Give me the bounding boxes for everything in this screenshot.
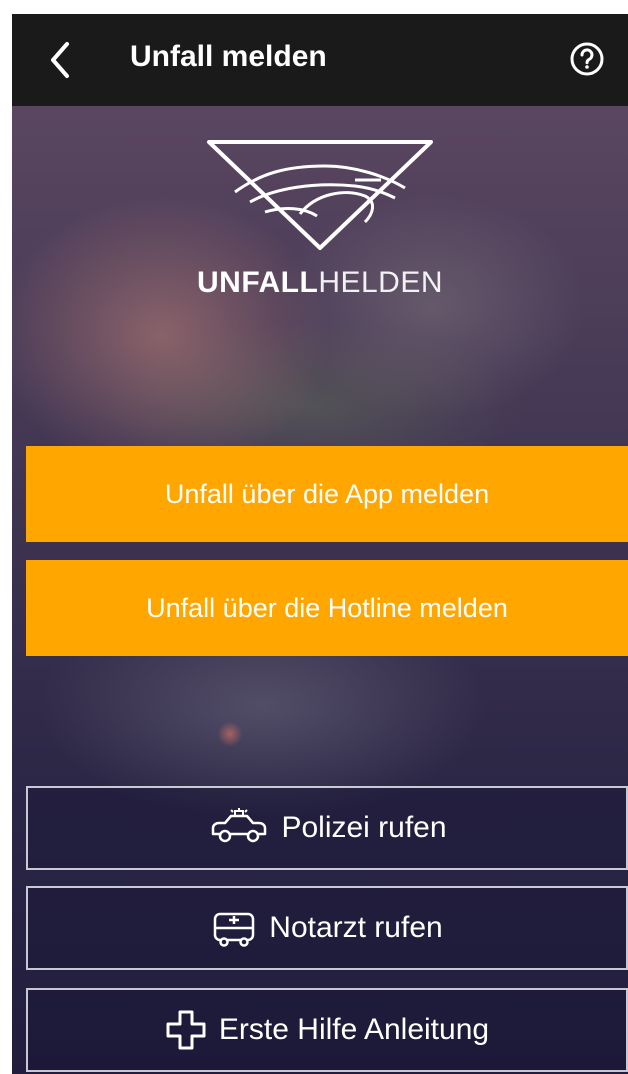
- call-police-label: Polizei rufen: [281, 811, 447, 844]
- first-aid-guide-button[interactable]: Erste Hilfe Anleitung: [26, 988, 628, 1072]
- help-button[interactable]: [568, 40, 606, 78]
- question-circle-icon: [570, 42, 604, 76]
- report-via-hotline-button[interactable]: Unfall über die Hotline melden: [26, 560, 628, 656]
- police-car-icon: [207, 808, 269, 848]
- app-screen: Unfall melden UNFALLHELDEN Unfall über d…: [12, 14, 628, 1074]
- first-aid-cross-icon: [165, 1009, 207, 1051]
- app-logo: UNFALLHELDEN: [12, 136, 628, 316]
- page-title: Unfall melden: [130, 40, 327, 73]
- call-police-button[interactable]: Polizei rufen: [26, 786, 628, 870]
- car-shield-logo-icon: [207, 140, 433, 250]
- call-emergency-doctor-button[interactable]: Notarzt rufen: [26, 886, 628, 970]
- first-aid-guide-label: Erste Hilfe Anleitung: [218, 1013, 490, 1046]
- call-emergency-doctor-label: Notarzt rufen: [269, 911, 443, 944]
- report-via-app-button[interactable]: Unfall über die App melden: [26, 446, 628, 542]
- back-button[interactable]: [40, 34, 80, 86]
- logo-text-light: HELDEN: [318, 266, 444, 299]
- ambulance-icon: [211, 908, 257, 948]
- chevron-left-icon: [51, 42, 69, 78]
- logo-wordmark: UNFALLHELDEN: [197, 266, 443, 300]
- top-app-bar: Unfall melden: [12, 14, 628, 106]
- logo-text-bold: UNFALL: [196, 266, 319, 299]
